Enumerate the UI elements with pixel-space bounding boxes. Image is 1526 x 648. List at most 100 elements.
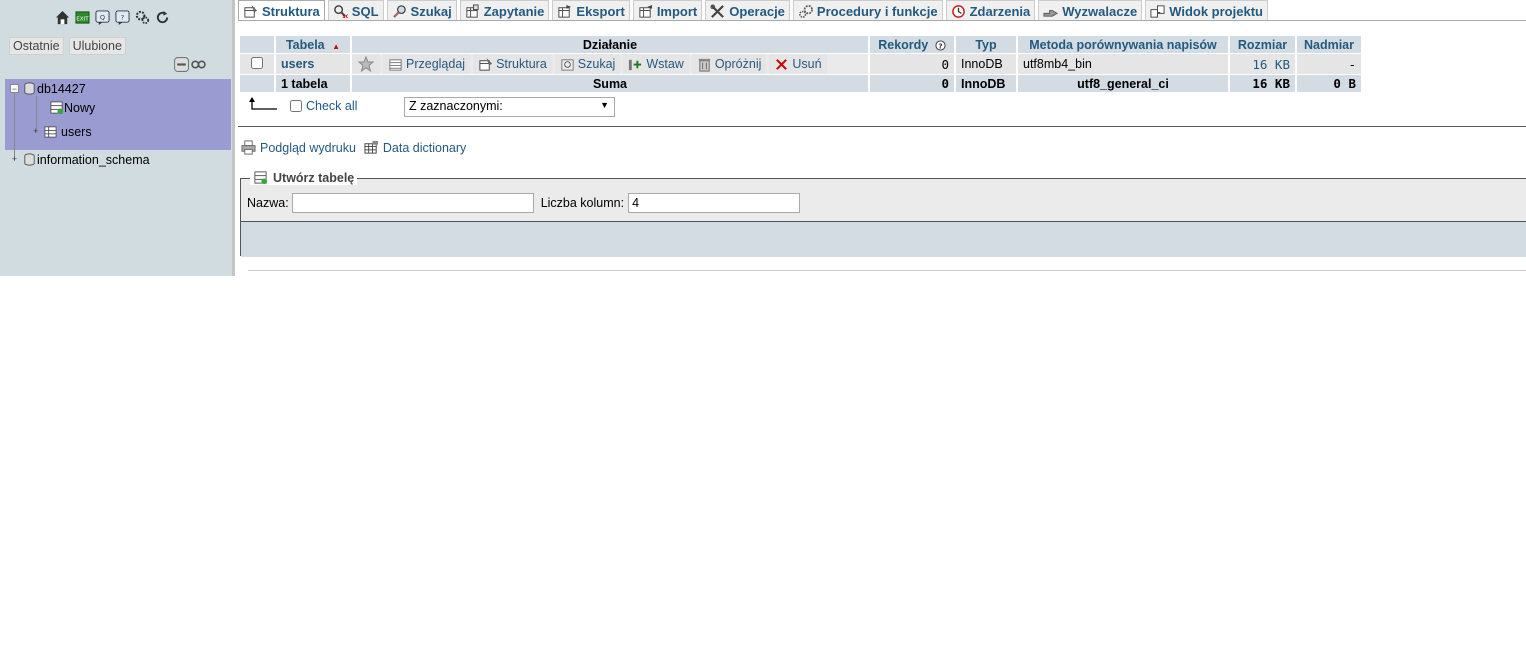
column-header-table[interactable]: Tabela ▲ bbox=[276, 36, 350, 53]
database-icon bbox=[22, 81, 37, 96]
favorite-star-icon[interactable] bbox=[352, 54, 380, 74]
print-links: Podgląd wydruku Data dictionary bbox=[241, 140, 466, 155]
tab-routines[interactable]: Procedury i funkcje bbox=[792, 0, 943, 21]
checkbox-header bbox=[240, 36, 274, 53]
check-all-row: Check all bbox=[248, 97, 357, 114]
sum-overhead: 0 B bbox=[1297, 75, 1361, 92]
tab-search[interactable]: Szukaj bbox=[386, 0, 457, 21]
section-separator bbox=[238, 126, 1526, 127]
expand-node-icon[interactable]: + bbox=[10, 155, 19, 164]
with-selected-dropdown[interactable]: Z zaznaczonymi: ▼ bbox=[404, 97, 615, 117]
tab-structure[interactable]: Struktura bbox=[238, 0, 325, 21]
collapse-all-icon[interactable] bbox=[174, 57, 189, 72]
create-table-form: Nazwa: Liczba kolumn: bbox=[247, 193, 801, 213]
database-name[interactable]: db14427 bbox=[37, 82, 86, 96]
svg-text:?: ? bbox=[938, 41, 942, 50]
print-view-link[interactable]: Podgląd wydruku bbox=[241, 140, 356, 155]
tree-item-db14427[interactable]: − db14427 bbox=[10, 81, 86, 96]
sum-records: 0 bbox=[870, 75, 954, 92]
tree-item-information-schema[interactable]: + information_schema bbox=[10, 152, 150, 167]
query-icon bbox=[465, 3, 480, 19]
svg-text:SQL: SQL bbox=[342, 14, 348, 19]
import-icon bbox=[638, 4, 653, 19]
tree-item-new-table[interactable]: Nowy bbox=[49, 100, 95, 115]
browse-button[interactable]: Przeglądaj bbox=[383, 54, 471, 74]
structure-button[interactable]: Struktura bbox=[473, 54, 552, 74]
collapse-node-icon[interactable]: − bbox=[10, 84, 19, 94]
query-window-icon[interactable]: Q bbox=[95, 10, 111, 26]
sum-size: 16 KB bbox=[1230, 75, 1295, 92]
bottom-separator bbox=[248, 270, 1526, 271]
actions-cell: Przeglądaj Struktura Szukaj Wstaw Opróżn… bbox=[352, 54, 868, 74]
tab-sql[interactable]: SQL SQL bbox=[327, 0, 384, 21]
sum-label: Suma bbox=[352, 75, 868, 92]
logout-icon[interactable]: EXIT bbox=[75, 10, 91, 26]
link-with-main-icon[interactable] bbox=[191, 57, 206, 71]
delete-x-icon bbox=[774, 57, 789, 72]
new-table-icon bbox=[253, 170, 268, 185]
operations-icon bbox=[710, 3, 725, 19]
tree-line bbox=[14, 90, 15, 160]
overhead-cell: - bbox=[1297, 54, 1361, 74]
tree-item-label[interactable]: Nowy bbox=[64, 101, 95, 115]
printer-icon bbox=[241, 140, 256, 155]
size-cell: 16 KB bbox=[1230, 54, 1295, 74]
drop-button[interactable]: Usuń bbox=[769, 54, 827, 74]
table-name-link[interactable]: users bbox=[281, 57, 314, 71]
columns-count-input[interactable] bbox=[628, 193, 801, 213]
tree-controls bbox=[174, 57, 206, 72]
routines-icon bbox=[798, 4, 813, 19]
search-icon bbox=[560, 57, 575, 72]
svg-text:?: ? bbox=[121, 13, 125, 21]
insert-button[interactable]: Wstaw bbox=[623, 54, 689, 74]
sql-icon: SQL bbox=[333, 4, 348, 19]
expand-node-icon[interactable]: + bbox=[31, 127, 40, 136]
engine-cell: InnoDB bbox=[956, 54, 1016, 74]
table-name-input[interactable] bbox=[291, 193, 534, 213]
search-button[interactable]: Szukaj bbox=[554, 54, 621, 74]
tab-operations[interactable]: Operacje bbox=[705, 0, 790, 21]
recent-tab[interactable]: Ostatnie bbox=[9, 37, 64, 55]
check-all-checkbox[interactable] bbox=[290, 99, 302, 112]
triggers-icon bbox=[1043, 4, 1059, 19]
row-checkbox-cell bbox=[240, 54, 274, 74]
tables-list: Tabela ▲ Działanie Rekordy ? Typ Metoda … bbox=[240, 35, 1363, 93]
database-icon bbox=[22, 152, 37, 167]
tabs-border bbox=[238, 20, 1526, 21]
tab-events[interactable]: Zdarzenia bbox=[945, 0, 1036, 21]
tree-item-label[interactable]: users bbox=[61, 125, 92, 139]
data-dictionary-icon bbox=[364, 140, 379, 155]
check-all-label[interactable]: Check all bbox=[306, 99, 357, 113]
row-checkbox[interactable] bbox=[251, 56, 263, 69]
tab-export[interactable]: Eksport bbox=[552, 0, 630, 21]
tab-query[interactable]: Zapytanie bbox=[459, 0, 550, 21]
dropdown-caret-icon: ▼ bbox=[600, 100, 609, 110]
column-header-size: Rozmiar bbox=[1230, 36, 1295, 53]
empty-button[interactable]: Opróżnij bbox=[691, 54, 767, 74]
new-table-icon bbox=[49, 100, 64, 115]
designer-icon bbox=[1150, 4, 1165, 19]
favorites-tab[interactable]: Ulubione bbox=[68, 37, 126, 55]
database-name[interactable]: information_schema bbox=[37, 153, 150, 167]
tab-designer[interactable]: Widok projektu bbox=[1145, 0, 1268, 21]
navigation-panel: EXIT Q ? Ostatnie Ulubione − db14427 Now… bbox=[0, 0, 232, 276]
table-name-label: Nazwa: bbox=[247, 196, 289, 210]
reload-icon[interactable] bbox=[155, 10, 171, 26]
tree-item-users[interactable]: + users bbox=[31, 124, 92, 139]
home-icon[interactable] bbox=[55, 10, 71, 26]
structure-icon bbox=[478, 57, 493, 72]
recent-favorites-tabs: Ostatnie Ulubione bbox=[9, 37, 126, 55]
settings-gear-icon[interactable] bbox=[135, 10, 151, 26]
help-icon[interactable]: ? bbox=[935, 40, 946, 51]
tables-table: Tabela ▲ Działanie Rekordy ? Typ Metoda … bbox=[238, 35, 1363, 93]
tab-triggers[interactable]: Wyzwalacze bbox=[1038, 0, 1143, 21]
panel-resize-handle[interactable] bbox=[232, 0, 235, 276]
collation-cell: utf8mb4_bin bbox=[1018, 54, 1228, 74]
documentation-icon[interactable]: ? bbox=[115, 10, 131, 26]
table-row: users Przeglądaj Struktura Szukaj Wstaw … bbox=[240, 54, 1361, 74]
sum-engine: InnoDB bbox=[956, 75, 1016, 92]
data-dictionary-link[interactable]: Data dictionary bbox=[364, 140, 466, 155]
events-icon bbox=[951, 4, 966, 19]
table-icon bbox=[43, 124, 58, 139]
tab-import[interactable]: Import bbox=[632, 0, 703, 21]
